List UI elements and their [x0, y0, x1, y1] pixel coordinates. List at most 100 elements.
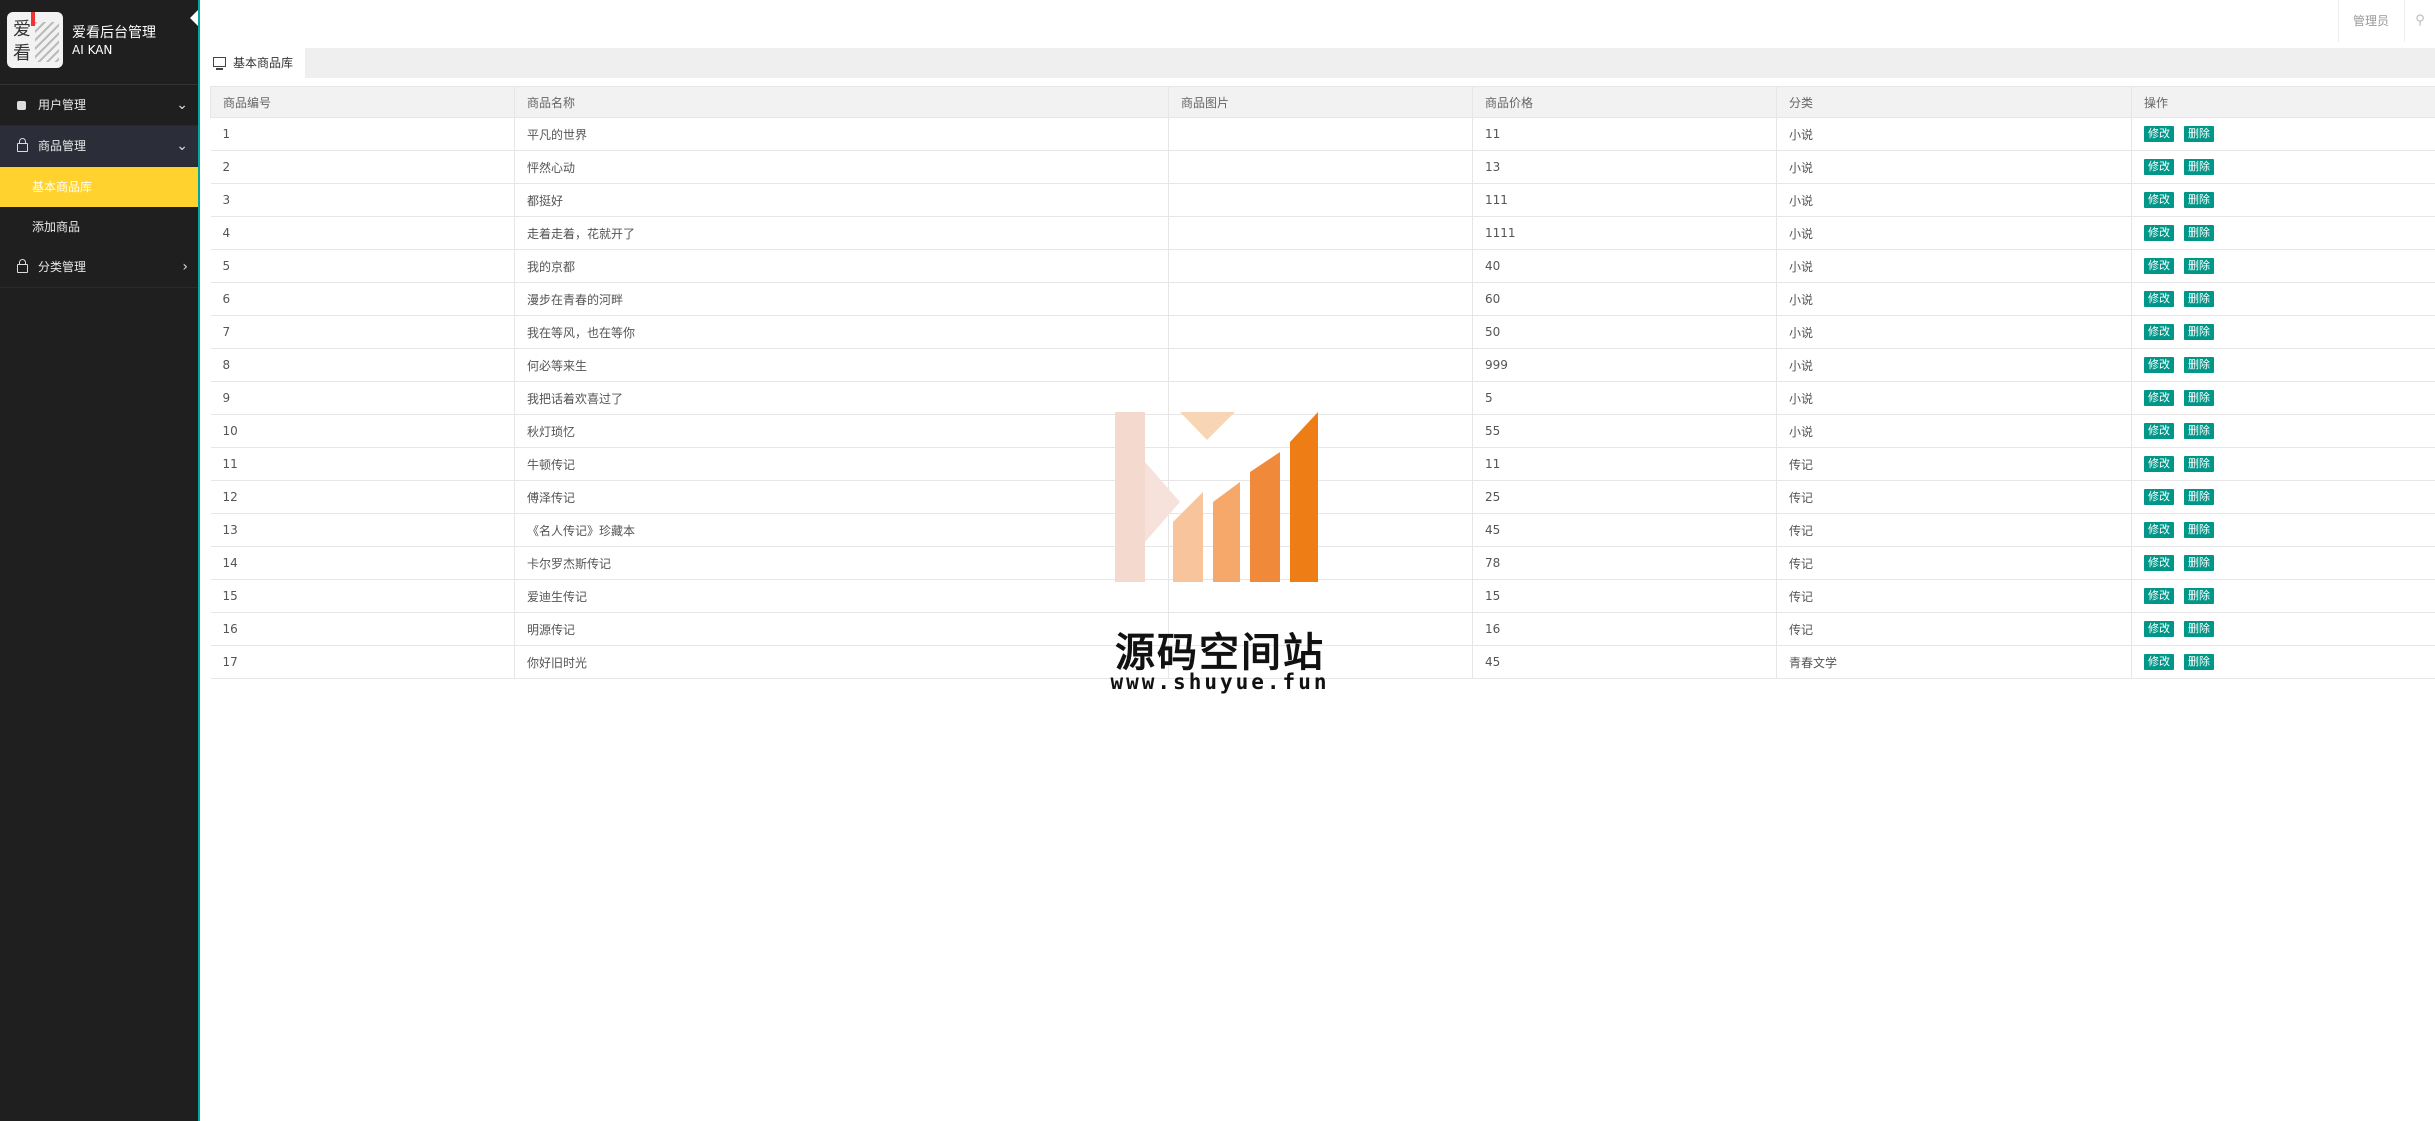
product-category-cell: 传记	[1776, 579, 2132, 613]
table-row: 5 我的京都 40 小说 修改 删除	[210, 249, 2435, 283]
actions-cell: 修改 删除	[2131, 117, 2435, 151]
edit-button[interactable]: 修改	[2144, 588, 2174, 604]
sidebar-toggle-icon[interactable]	[190, 10, 198, 26]
product-category-cell: 小说	[1776, 381, 2132, 415]
delete-button[interactable]: 删除	[2184, 258, 2214, 274]
actions-cell: 修改 删除	[2131, 546, 2435, 580]
delete-button[interactable]: 删除	[2184, 423, 2214, 439]
delete-button[interactable]: 删除	[2184, 291, 2214, 307]
product-category-cell: 小说	[1776, 282, 2132, 316]
delete-button[interactable]: 删除	[2184, 390, 2214, 406]
delete-button[interactable]: 删除	[2184, 489, 2214, 505]
edit-button[interactable]: 修改	[2144, 159, 2174, 175]
top-header: 管理员 ⚲	[200, 0, 2435, 42]
admin-user-label[interactable]: 管理员	[2337, 0, 2403, 42]
delete-button[interactable]: 删除	[2184, 159, 2214, 175]
product-id-cell: 5	[210, 249, 515, 283]
edit-button[interactable]: 修改	[2144, 423, 2174, 439]
actions-cell: 修改 删除	[2131, 216, 2435, 250]
edit-button[interactable]: 修改	[2144, 225, 2174, 241]
sidebar-subitem-basic-products[interactable]: 基本商品库	[0, 167, 198, 207]
chevron-down-icon: ⌄	[176, 97, 188, 113]
actions-cell: 修改 删除	[2131, 348, 2435, 382]
delete-button[interactable]: 删除	[2184, 621, 2214, 637]
logo-char: 爱	[13, 19, 31, 40]
product-category-cell: 小说	[1776, 150, 2132, 184]
tab-basic-products[interactable]: 基本商品库	[205, 48, 306, 78]
product-price-cell: 45	[1472, 513, 1777, 547]
product-name-cell: 爱迪生传记	[514, 579, 1169, 613]
logout-icon[interactable]: ⚲	[2404, 0, 2435, 42]
edit-button[interactable]: 修改	[2144, 489, 2174, 505]
actions-cell: 修改 删除	[2131, 183, 2435, 217]
product-id-cell: 12	[210, 480, 515, 514]
product-name-cell: 明源传记	[514, 612, 1169, 646]
product-id-cell: 17	[210, 645, 515, 679]
sidebar-subitem-add-product[interactable]: 添加商品	[0, 207, 198, 247]
product-price-cell: 111	[1472, 183, 1777, 217]
watermark-url: www.shuyue.fun	[1110, 670, 1330, 694]
product-price-cell: 1111	[1472, 216, 1777, 250]
table-row: 7 我在等风，也在等你 50 小说 修改 删除	[210, 315, 2435, 349]
edit-button[interactable]: 修改	[2144, 654, 2174, 670]
edit-button[interactable]: 修改	[2144, 258, 2174, 274]
actions-cell: 修改 删除	[2131, 414, 2435, 448]
delete-button[interactable]: 删除	[2184, 654, 2214, 670]
delete-button[interactable]: 删除	[2184, 588, 2214, 604]
product-category-cell: 传记	[1776, 447, 2132, 481]
delete-button[interactable]: 删除	[2184, 225, 2214, 241]
product-id-cell: 8	[210, 348, 515, 382]
product-image-cell	[1168, 282, 1473, 316]
edit-button[interactable]: 修改	[2144, 555, 2174, 571]
sidebar-item-label: 分类管理	[38, 260, 87, 274]
column-header: 商品编号	[210, 86, 515, 118]
sidebar-item-user-management[interactable]: 用户管理 ⌄	[0, 85, 198, 126]
delete-button[interactable]: 删除	[2184, 126, 2214, 142]
product-id-cell: 1	[210, 117, 515, 151]
column-header: 商品价格	[1472, 86, 1777, 118]
product-price-cell: 55	[1472, 414, 1777, 448]
edit-button[interactable]: 修改	[2144, 324, 2174, 340]
edit-button[interactable]: 修改	[2144, 522, 2174, 538]
product-name-cell: 怦然心动	[514, 150, 1169, 184]
product-id-cell: 15	[210, 579, 515, 613]
product-image-cell	[1168, 249, 1473, 283]
edit-button[interactable]: 修改	[2144, 126, 2174, 142]
product-name-cell: 你好旧时光	[514, 645, 1169, 679]
actions-cell: 修改 删除	[2131, 282, 2435, 316]
edit-button[interactable]: 修改	[2144, 291, 2174, 307]
product-name-cell: 傅泽传记	[514, 480, 1169, 514]
product-name-cell: 我的京都	[514, 249, 1169, 283]
edit-button[interactable]: 修改	[2144, 192, 2174, 208]
delete-button[interactable]: 删除	[2184, 522, 2214, 538]
actions-cell: 修改 删除	[2131, 645, 2435, 679]
product-category-cell: 小说	[1776, 315, 2132, 349]
product-price-cell: 999	[1472, 348, 1777, 382]
delete-button[interactable]: 删除	[2184, 357, 2214, 373]
product-price-cell: 78	[1472, 546, 1777, 580]
product-image-cell	[1168, 150, 1473, 184]
sidebar-item-category-management[interactable]: 分类管理 ›	[0, 247, 198, 288]
delete-button[interactable]: 删除	[2184, 555, 2214, 571]
sidebar-item-product-management[interactable]: 商品管理 ⌄	[0, 126, 198, 167]
product-image-cell	[1168, 381, 1473, 415]
delete-button[interactable]: 删除	[2184, 192, 2214, 208]
product-price-cell: 45	[1472, 645, 1777, 679]
actions-cell: 修改 删除	[2131, 150, 2435, 184]
actions-cell: 修改 删除	[2131, 513, 2435, 547]
tab-bar: 基本商品库	[205, 48, 2435, 78]
brand-title: 爱看后台管理	[72, 25, 156, 41]
edit-button[interactable]: 修改	[2144, 357, 2174, 373]
edit-button[interactable]: 修改	[2144, 621, 2174, 637]
table-row: 4 走着走着，花就开了 1111 小说 修改 删除	[210, 216, 2435, 250]
product-name-cell: 我把话着欢喜过了	[514, 381, 1169, 415]
delete-button[interactable]: 删除	[2184, 456, 2214, 472]
product-image-cell	[1168, 183, 1473, 217]
edit-button[interactable]: 修改	[2144, 390, 2174, 406]
actions-cell: 修改 删除	[2131, 579, 2435, 613]
product-price-cell: 11	[1472, 117, 1777, 151]
edit-button[interactable]: 修改	[2144, 456, 2174, 472]
delete-button[interactable]: 删除	[2184, 324, 2214, 340]
column-header: 商品名称	[514, 86, 1169, 118]
product-name-cell: 平凡的世界	[514, 117, 1169, 151]
